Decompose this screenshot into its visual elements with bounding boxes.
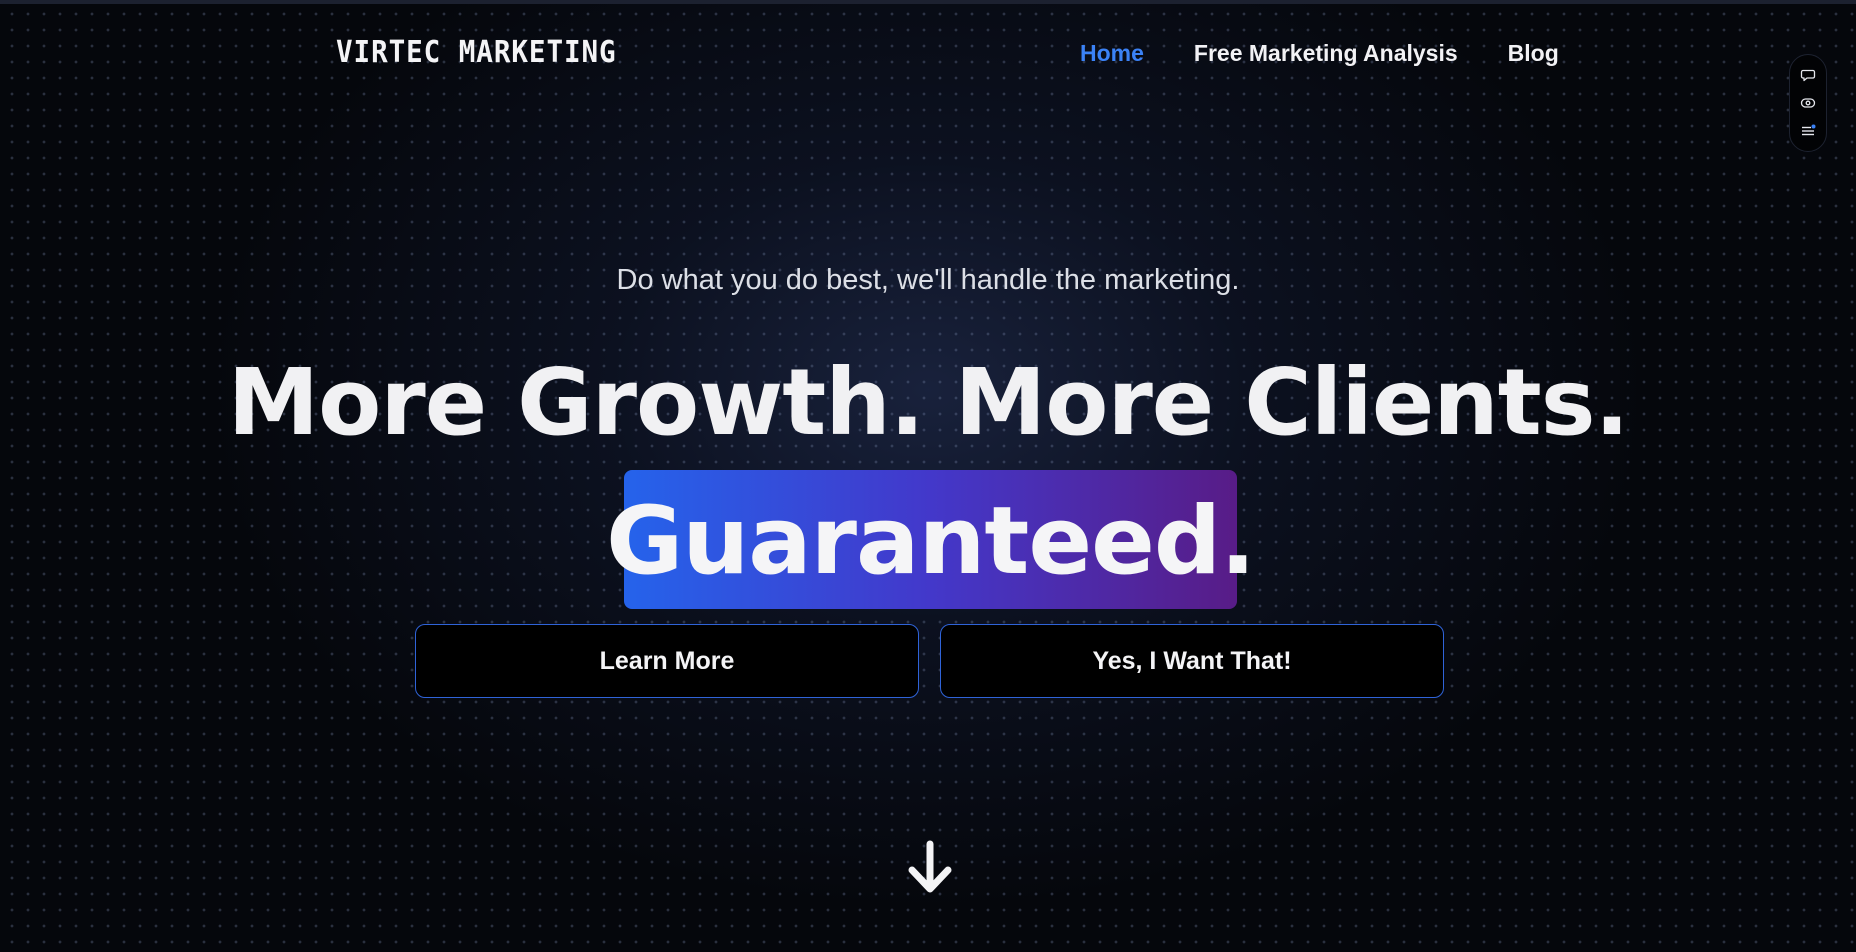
hero-tagline: Do what you do best, we'll handle the ma… (616, 264, 1240, 296)
hero-highlight-text: Guaranteed. (606, 486, 1256, 596)
nav-item-home[interactable]: Home (1080, 38, 1144, 68)
yes-i-want-that-button[interactable]: Yes, I Want That! (940, 624, 1444, 698)
nav-item-blog[interactable]: Blog (1508, 38, 1559, 68)
highlight-badge: Guaranteed. (606, 470, 1256, 609)
page: VIRTEC MARKETING Home Free Marketing Ana… (0, 0, 1856, 952)
nav-item-free-marketing-analysis[interactable]: Free Marketing Analysis (1194, 38, 1458, 68)
arrow-down-icon[interactable] (904, 840, 956, 896)
hero-headline: More Growth. More Clients. (227, 349, 1630, 456)
chat-icon[interactable] (1799, 66, 1817, 84)
logo[interactable]: VIRTEC MARKETING (336, 34, 617, 72)
floating-toolbar (1789, 54, 1827, 152)
main-nav: Home Free Marketing Analysis Blog (1080, 38, 1559, 68)
top-border (0, 0, 1856, 4)
eye-icon[interactable] (1799, 94, 1817, 112)
learn-more-button[interactable]: Learn More (415, 624, 919, 698)
menu-icon[interactable] (1799, 122, 1817, 140)
